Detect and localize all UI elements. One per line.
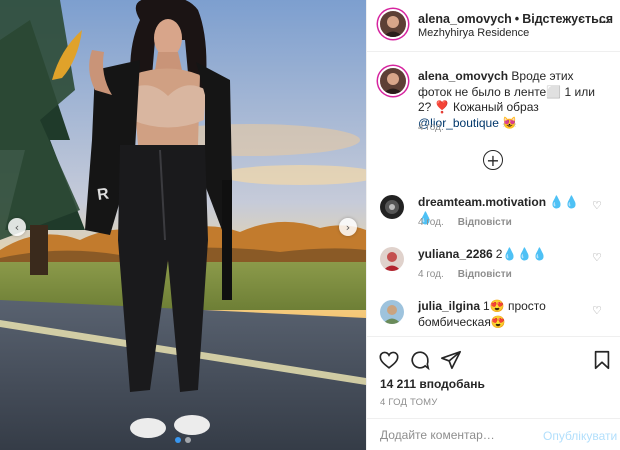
add-comment-input[interactable] [380,428,540,442]
reply-button[interactable]: Відповісти [458,269,512,280]
bookmark-icon[interactable] [591,349,613,371]
post-header: alena_omovych • Відстежується Mezhyhirya R… [367,0,620,52]
comment-bubble-icon[interactable] [409,349,431,371]
caption-time: 4 год. [418,122,444,133]
comment-username[interactable]: julia_ilgina [418,299,480,313]
caption-emoji: 😻 [498,115,518,130]
share-icon[interactable] [440,349,462,371]
post-comment-button[interactable]: Опублікувати [543,429,617,443]
previous-photo-button[interactable]: ‹ [8,218,26,236]
caption-avatar[interactable] [380,68,406,94]
reply-button[interactable]: Відповісти [458,217,512,228]
carousel-dot [185,437,191,443]
comment-meta: 4 год. Відповісти [418,269,512,280]
post-actions: 14 211 вподобань 4 ГОД ТОМУ Опублікувати [367,336,620,450]
carousel-dot-active [175,437,181,443]
comment-username[interactable]: yuliana_2286 [418,247,493,261]
post-timestamp[interactable]: 4 ГОД ТОМУ [380,397,438,408]
carousel-indicator [0,437,366,443]
comment-text: julia_ilgina 1😍 просто бомбическая😍 [418,299,588,330]
comment-time: 4 год. [418,269,444,280]
post-sidebar: alena_omovych • Відстежується Mezhyhirya R… [366,0,620,450]
comment-like-icon[interactable]: ♡ [592,251,602,264]
location-link[interactable]: Mezhyhirya Residence [418,27,529,39]
commenter-avatar[interactable] [380,195,404,219]
load-more-comments-icon[interactable]: + [483,150,503,170]
header-username-row: alena_omovych • Відстежується [418,12,613,26]
comment-meta: 4 год. Відповісти [418,217,512,228]
photo-scene: R [0,0,366,450]
author-avatar[interactable] [380,11,406,37]
post-photo[interactable]: R ‹ › [0,0,366,450]
comment-like-icon[interactable]: ♡ [592,199,602,212]
commenter-avatar[interactable] [380,300,404,324]
separator-bullet: • [514,12,520,26]
like-heart-icon[interactable] [378,349,400,371]
author-username[interactable]: alena_omovych [418,12,512,26]
comment-time: 4 год. [418,217,444,228]
likes-count[interactable]: 14 211 вподобань [380,377,485,391]
caption-text: alena_omovych Вроде этих фоток не было в… [418,69,608,131]
comment-like-icon[interactable]: ♡ [592,304,602,317]
more-options-icon[interactable]: ··· [598,15,611,31]
caption-username[interactable]: alena_omovych [418,69,508,83]
comment-body: 2💧💧💧 [495,247,548,261]
comment-text: yuliana_2286 2💧💧💧 [418,247,588,263]
add-comment-bar: Опублікувати [367,418,620,450]
commenter-avatar[interactable] [380,247,404,271]
instagram-post: R ‹ › alena_omovych • Відстежується Mezhyh… [0,0,620,450]
next-photo-button[interactable]: › [339,218,357,236]
comment-username[interactable]: dreamteam.motivation [418,195,546,209]
